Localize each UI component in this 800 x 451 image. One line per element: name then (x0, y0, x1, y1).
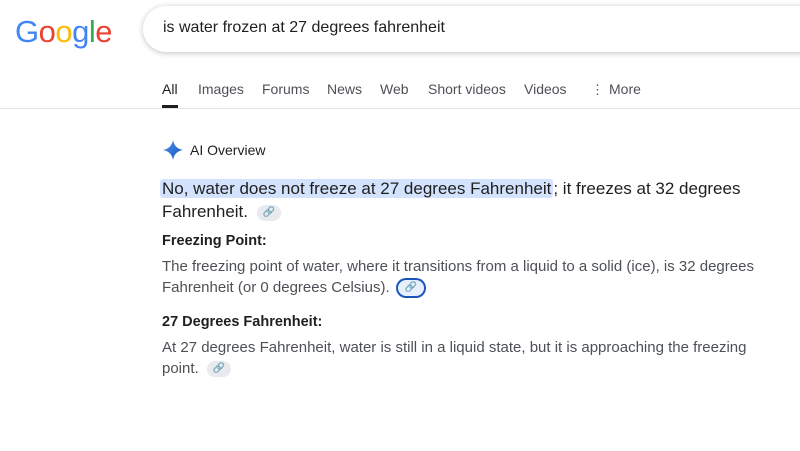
link-icon[interactable]: 🔗 (256, 204, 281, 221)
tab-videos[interactable]: Videos (524, 80, 567, 108)
logo-letter: e (95, 14, 113, 49)
tab-web[interactable]: Web (380, 80, 409, 108)
logo-letter: G (15, 14, 39, 49)
link-icon[interactable]: 🔗 (397, 280, 424, 297)
tab-more-label: More (609, 81, 641, 97)
tab-images[interactable]: Images (198, 80, 244, 108)
ai-answer: No, water does not freeze at 27 degrees … (160, 177, 782, 223)
tab-forums[interactable]: Forums (262, 80, 309, 108)
section-heading: 27 Degrees Fahrenheit: (162, 314, 323, 330)
tabs-divider (0, 108, 800, 109)
section-text: The freezing point of water, where it tr… (162, 258, 754, 296)
google-logo[interactable]: Google (15, 14, 113, 50)
search-box[interactable] (143, 6, 800, 52)
section-heading: Freezing Point: (162, 233, 267, 249)
section-body: The freezing point of water, where it tr… (162, 256, 762, 298)
logo-letter: g (72, 14, 89, 49)
ai-overview-title: AI Overview (190, 142, 266, 158)
logo-letter: o (38, 14, 56, 49)
logo-letter: o (55, 14, 73, 49)
answer-highlight: No, water does not freeze at 27 degrees … (160, 179, 554, 198)
tab-news[interactable]: News (327, 80, 362, 108)
search-input[interactable] (163, 19, 763, 37)
link-icon[interactable]: 🔗 (206, 361, 231, 378)
section-text: At 27 degrees Fahrenheit, water is still… (162, 339, 747, 377)
tab-short-videos[interactable]: Short videos (428, 80, 506, 108)
vertical-dots-icon: ⋮ (591, 82, 604, 97)
section-body: At 27 degrees Fahrenheit, water is still… (162, 337, 762, 379)
tab-all[interactable]: All (162, 80, 178, 108)
sparkle-icon (162, 139, 184, 161)
tab-more[interactable]: ⋮ More (591, 80, 641, 108)
